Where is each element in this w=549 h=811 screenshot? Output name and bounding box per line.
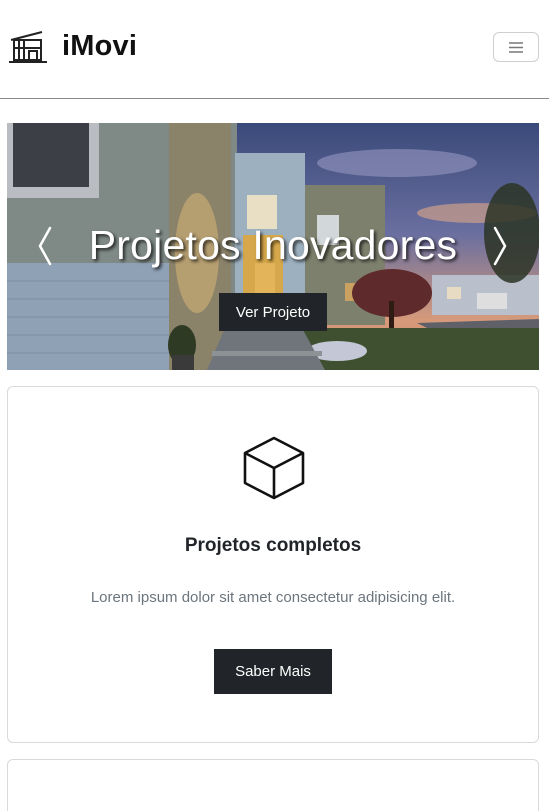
chevron-right-icon[interactable] xyxy=(491,225,509,267)
chevron-left-icon[interactable] xyxy=(36,225,54,267)
brand-link[interactable]: iMovi xyxy=(8,28,137,64)
card-text: Lorem ipsum dolor sit amet consectetur a… xyxy=(90,589,456,606)
navbar-toggler-button[interactable] xyxy=(493,32,539,62)
card-title: Projetos completos xyxy=(184,535,362,556)
brand-name: iMovi xyxy=(62,29,138,62)
cube-icon xyxy=(243,436,305,500)
hero-carousel: Projetos Inovadores Ver Projeto xyxy=(7,123,539,370)
feature-card: Projetos completos Lorem ipsum dolor sit… xyxy=(7,386,539,743)
learn-more-button[interactable]: Saber Mais xyxy=(214,649,332,694)
navbar: iMovi xyxy=(0,0,549,99)
view-project-button[interactable]: Ver Projeto xyxy=(219,293,327,331)
feature-card xyxy=(7,759,539,811)
hamburger-menu-icon xyxy=(509,41,523,53)
carousel-title: Projetos Inovadores xyxy=(88,222,458,268)
house-building-icon xyxy=(9,31,47,63)
